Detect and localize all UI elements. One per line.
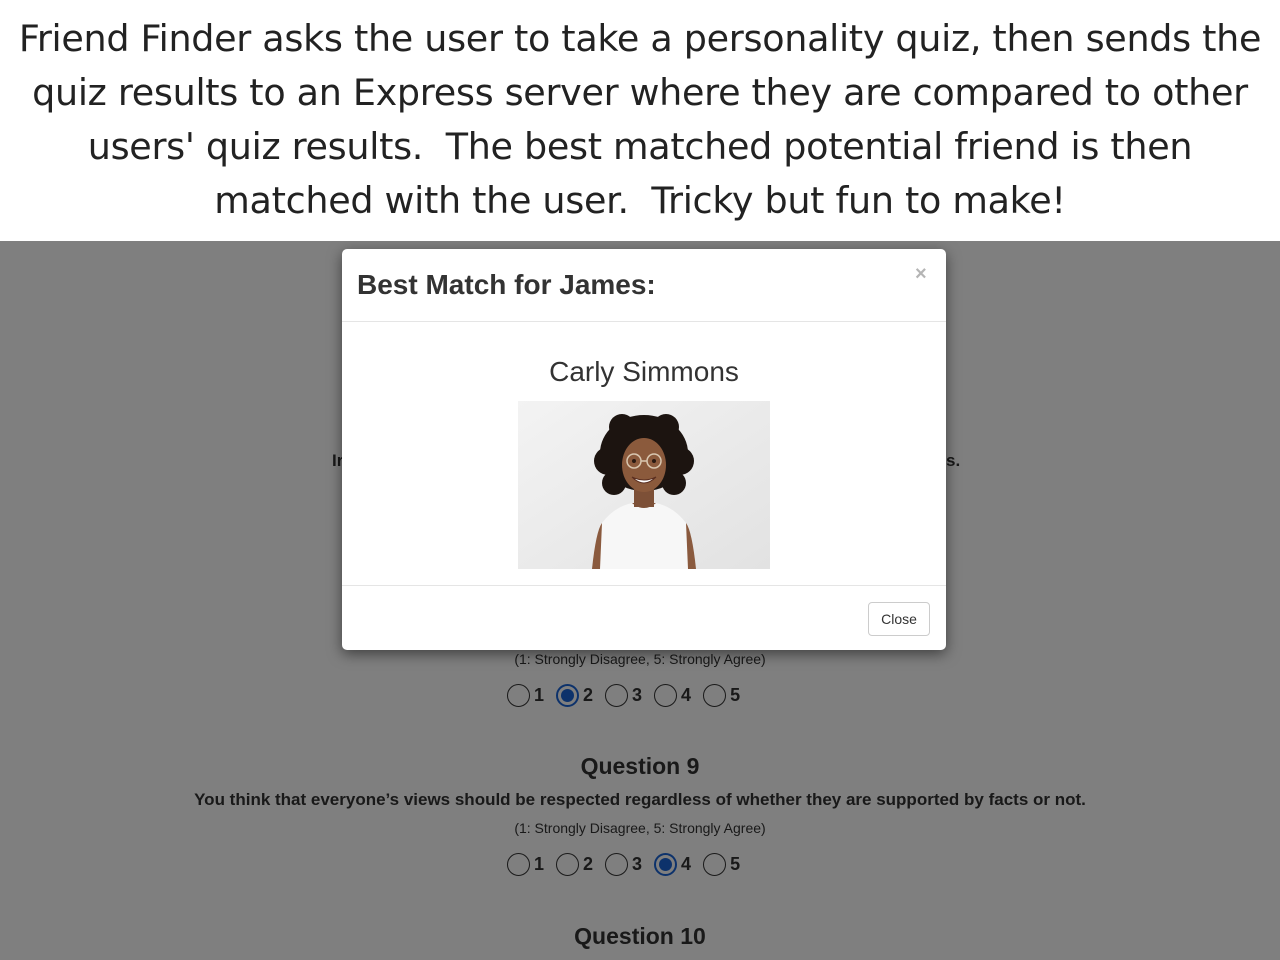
app-screenshot: Ir s. (1: Strongly Disagree, 5: Strongly… xyxy=(0,241,1280,960)
match-name: Carly Simmons xyxy=(549,356,739,387)
modal-title: Best Match for James: xyxy=(357,269,656,300)
close-button[interactable]: Close xyxy=(868,602,930,636)
portrait-image xyxy=(518,401,770,569)
close-icon[interactable]: × xyxy=(915,263,927,286)
modal-footer: Close xyxy=(342,585,946,650)
match-photo xyxy=(518,401,770,569)
modal-header: Best Match for James: × xyxy=(342,249,946,322)
caption-text: Friend Finder asks the user to take a pe… xyxy=(0,0,1280,241)
best-match-modal: Best Match for James: × Carly Simmons Cl… xyxy=(342,249,946,650)
